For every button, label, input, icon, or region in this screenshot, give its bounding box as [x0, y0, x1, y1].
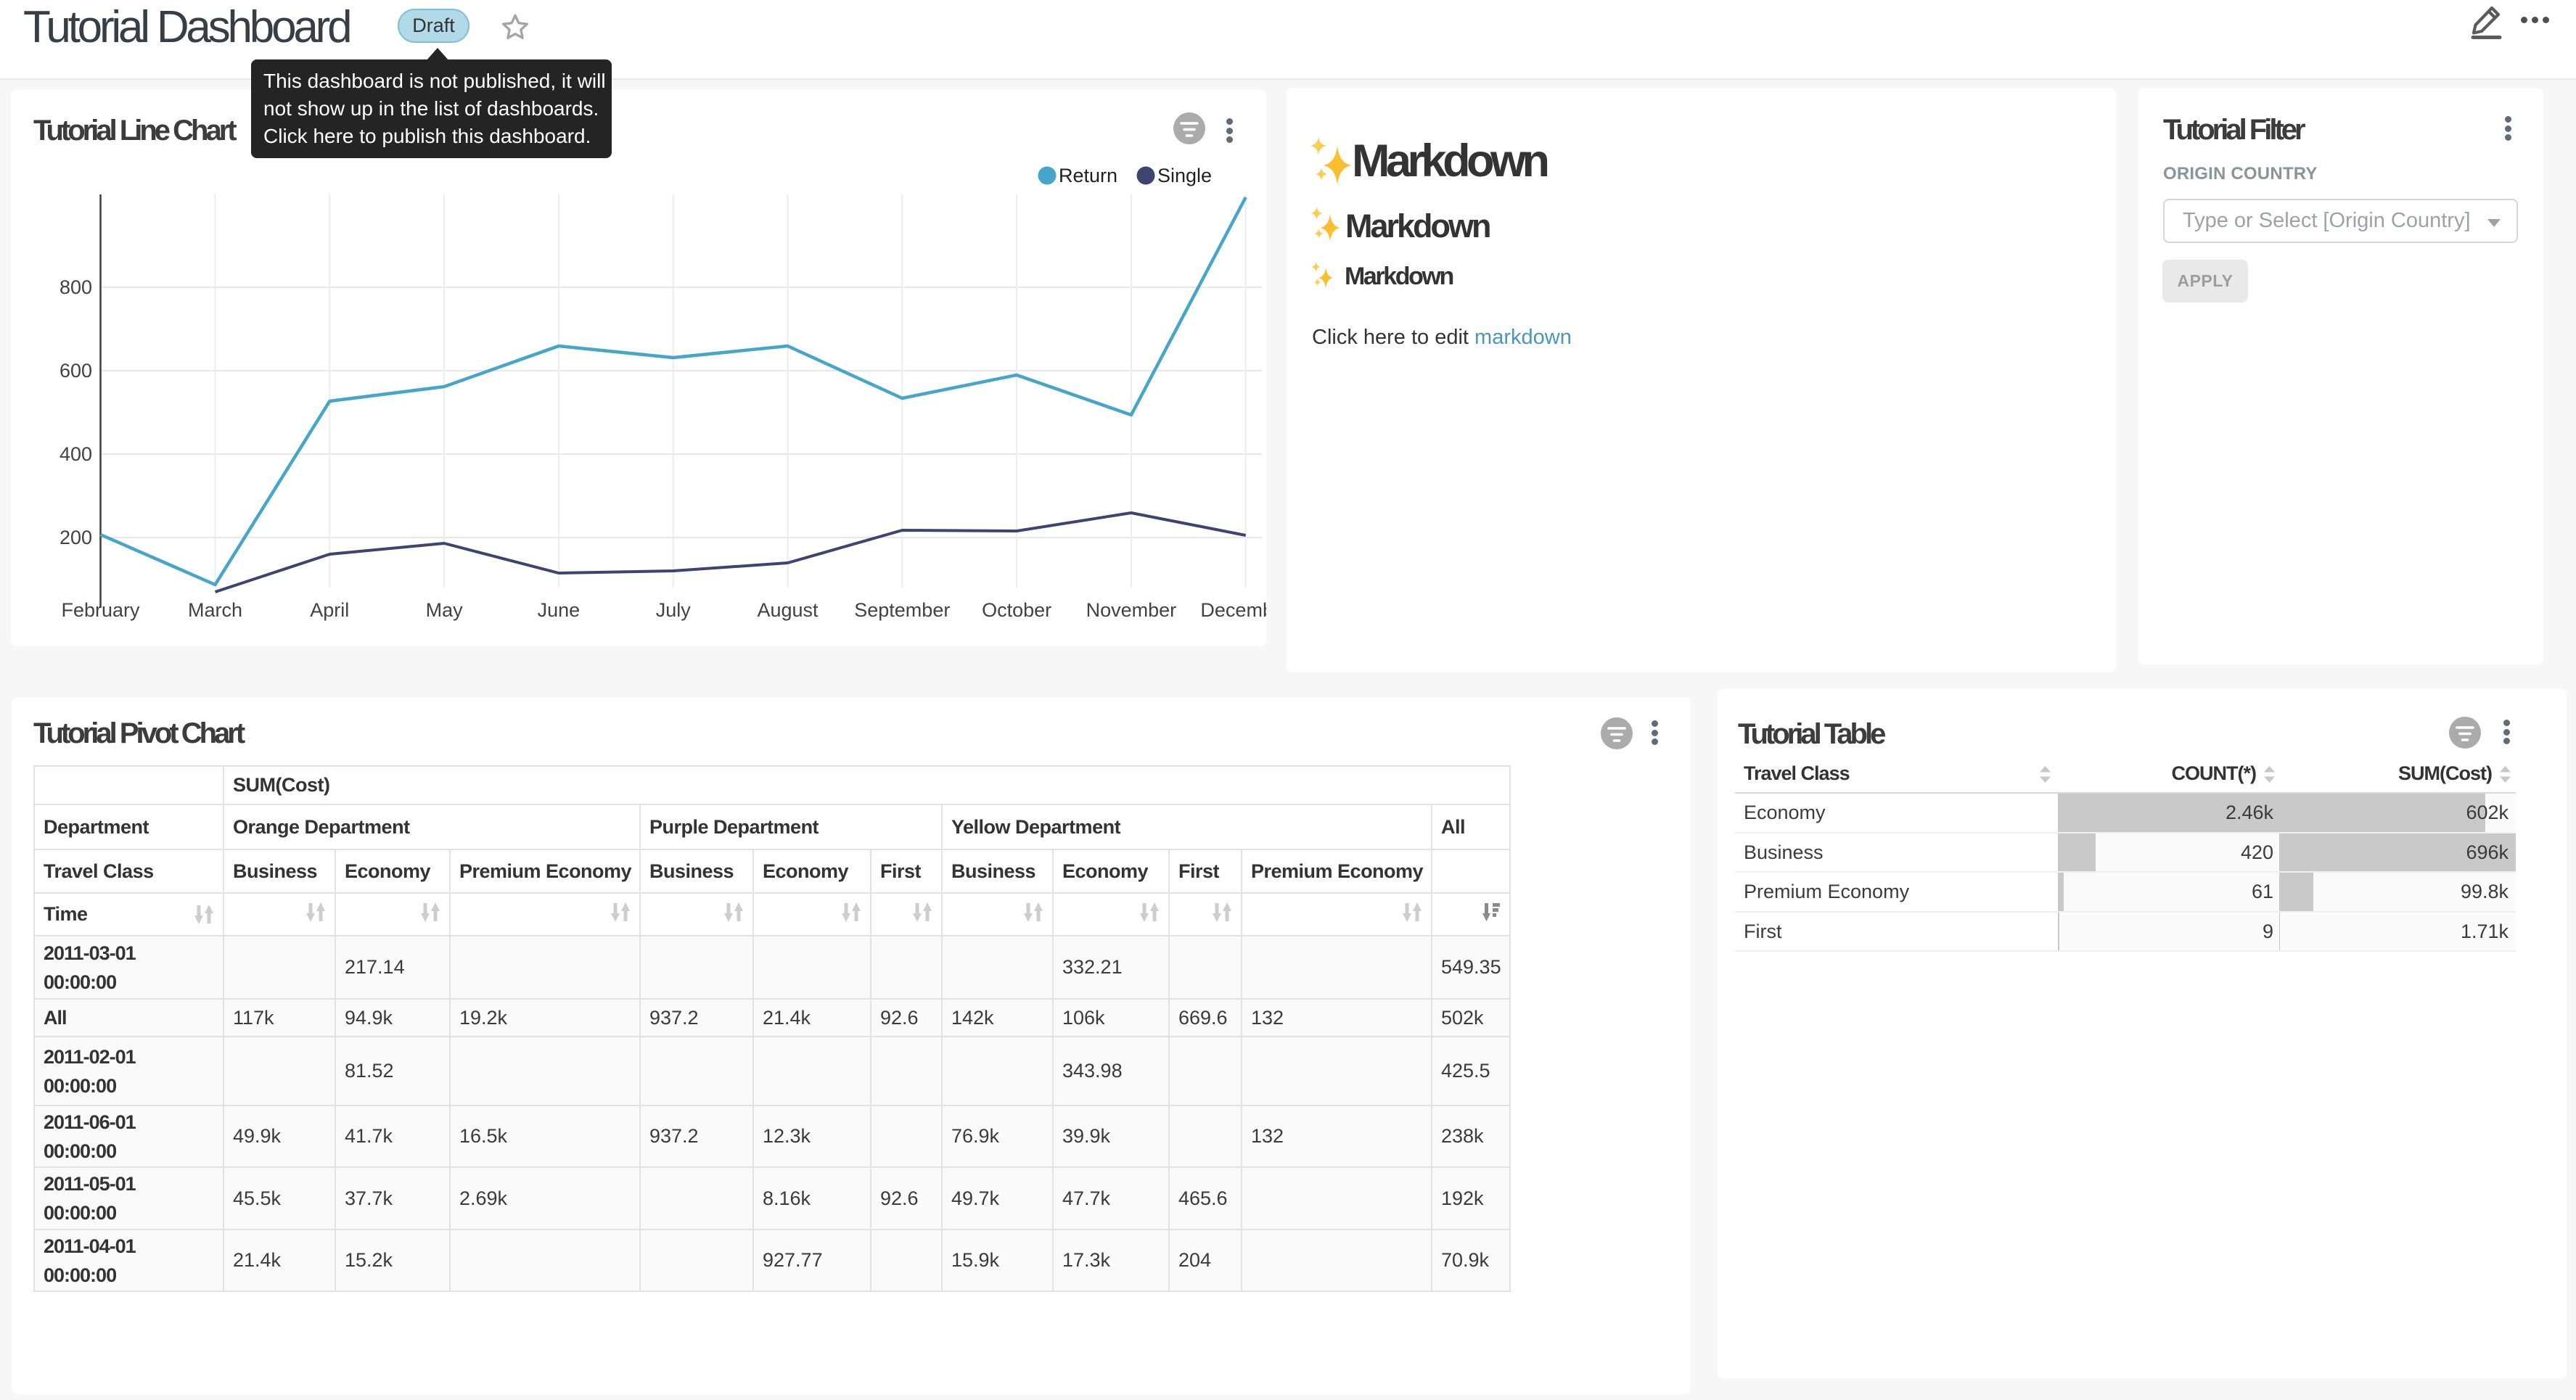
svg-text:April: April — [310, 599, 349, 621]
svg-text:800: 800 — [60, 276, 92, 298]
svg-text:October: October — [982, 599, 1051, 621]
svg-text:November: November — [1086, 599, 1177, 621]
svg-text:February: February — [61, 599, 140, 621]
svg-text:August: August — [757, 599, 819, 621]
svg-text:June: June — [538, 599, 581, 621]
svg-text:May: May — [426, 599, 464, 621]
svg-text:March: March — [188, 599, 242, 621]
svg-text:400: 400 — [60, 443, 92, 465]
svg-text:Single: Single — [1157, 165, 1212, 186]
svg-text:December: December — [1200, 599, 1266, 621]
svg-text:July: July — [656, 599, 692, 621]
svg-text:600: 600 — [60, 360, 92, 382]
svg-text:September: September — [854, 599, 950, 621]
svg-text:200: 200 — [60, 527, 92, 548]
svg-text:Return: Return — [1059, 165, 1117, 186]
